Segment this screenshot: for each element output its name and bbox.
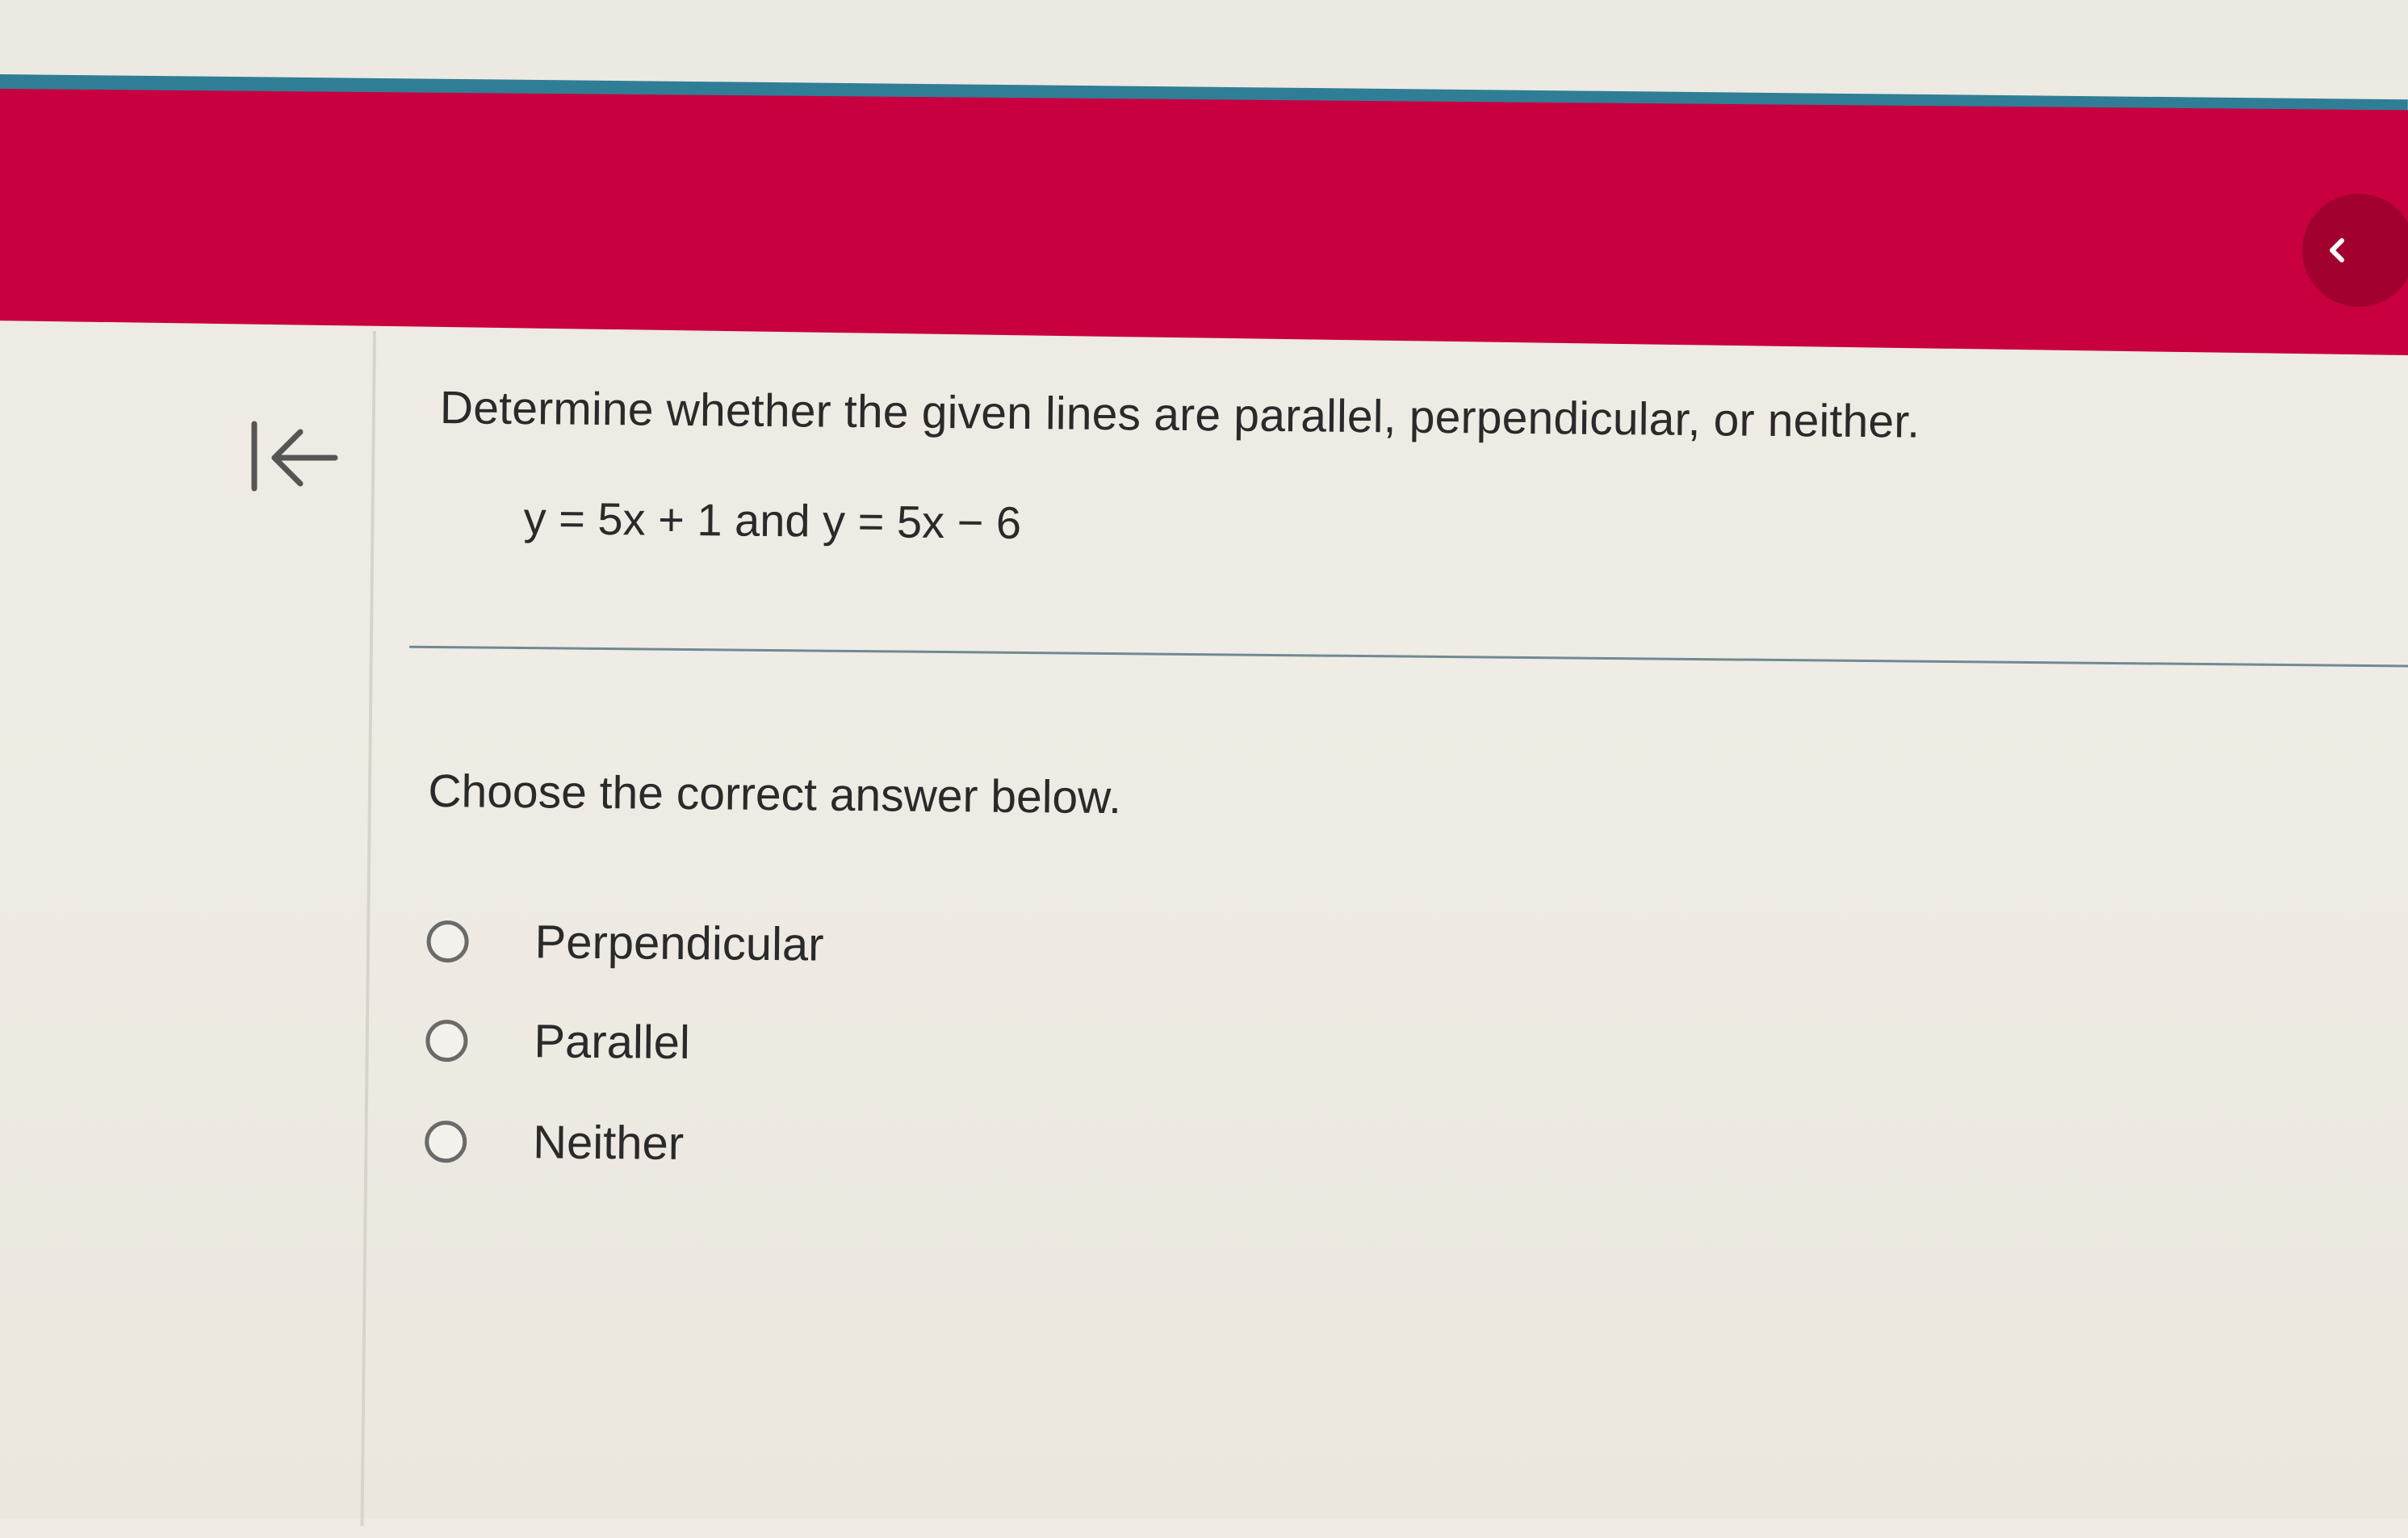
section-divider [409, 645, 2408, 668]
option-neither[interactable]: Neither [424, 1114, 685, 1171]
option-perpendicular[interactable]: Perpendicular [426, 914, 824, 972]
radio-button[interactable] [424, 1120, 467, 1163]
option-parallel[interactable]: Parallel [425, 1013, 690, 1070]
option-label: Neither [532, 1116, 685, 1170]
question-prompt: Determine whether the given lines are pa… [439, 382, 1920, 448]
question-equations: y = 5x + 1 and y = 5x − 6 [523, 492, 1022, 548]
answer-instruction: Choose the correct answer below. [428, 765, 1122, 824]
option-label: Parallel [534, 1015, 691, 1070]
radio-button[interactable] [426, 920, 469, 962]
question-content: Determine whether the given lines are pa… [0, 0, 2408, 1537]
option-label: Perpendicular [534, 916, 824, 971]
radio-button[interactable] [425, 1019, 468, 1062]
